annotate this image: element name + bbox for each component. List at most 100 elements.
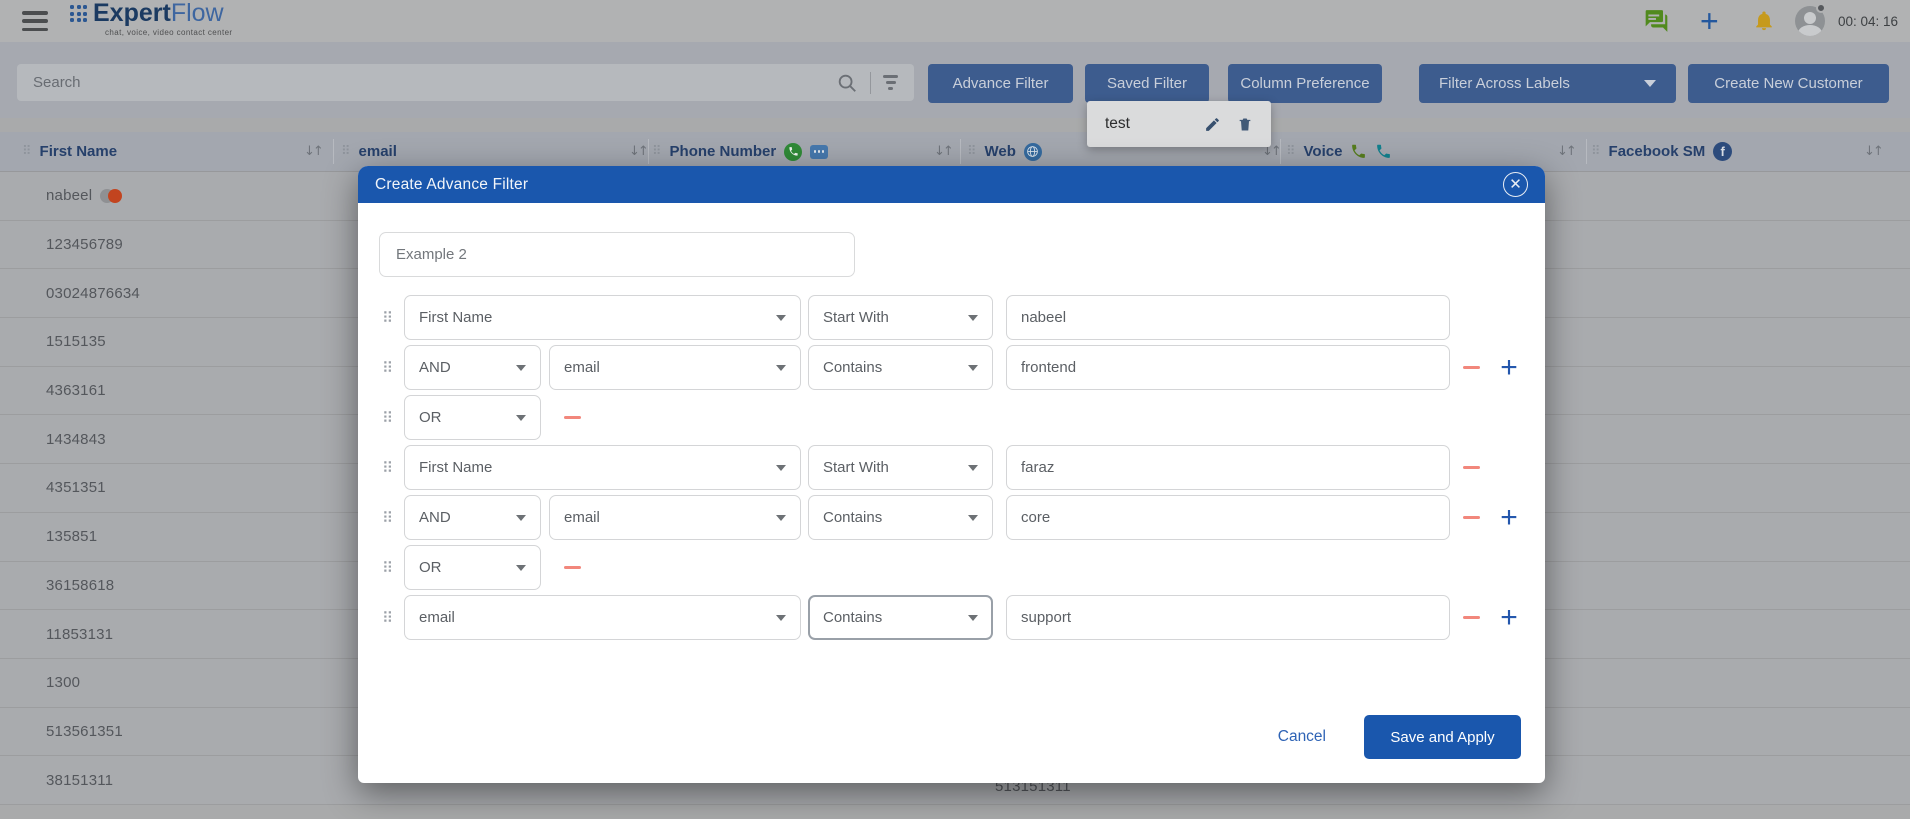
sms-icon	[810, 145, 828, 159]
add-condition-button[interactable]: +	[1496, 347, 1522, 389]
column-drag-icon[interactable]: ⠿	[652, 144, 662, 159]
column-drag-icon[interactable]: ⠿	[1286, 144, 1296, 159]
logic-select[interactable]: AND	[404, 495, 541, 540]
close-icon[interactable]: ✕	[1503, 172, 1528, 197]
operator-select-value: Contains	[823, 359, 882, 376]
drag-handle-icon[interactable]: ⠿	[382, 409, 394, 427]
field-select[interactable]: email	[404, 595, 801, 640]
cell-first-name: nabeel	[46, 187, 92, 204]
column-label: First Name	[40, 143, 118, 160]
cell-first-name: 03024876634	[46, 285, 140, 302]
remove-condition-button[interactable]	[563, 416, 581, 420]
cell-first-name: 11853131	[46, 626, 113, 643]
drag-handle-icon[interactable]: ⠿	[382, 309, 394, 327]
chevron-down-icon	[968, 315, 978, 321]
operator-select[interactable]: Start With	[808, 295, 993, 340]
logic-select[interactable]: OR	[404, 545, 541, 590]
sort-icon[interactable]: ↓↑	[304, 132, 322, 171]
drag-handle-icon[interactable]: ⠿	[382, 609, 394, 627]
logic-select[interactable]: AND	[404, 345, 541, 390]
column-drag-icon[interactable]: ⠿	[22, 144, 32, 159]
logic-select[interactable]: OR	[404, 395, 541, 440]
remove-condition-button[interactable]	[1462, 466, 1480, 470]
cell-first-name: 4351351	[46, 479, 106, 496]
column-facebook-sm[interactable]: ⠿ Facebook SM f	[1591, 132, 1732, 171]
filter-name-input[interactable]	[379, 232, 855, 277]
brand-logo: ExpertFlow	[93, 0, 224, 28]
remove-condition-button[interactable]	[1462, 366, 1480, 370]
saved-filter-button[interactable]: Saved Filter	[1085, 64, 1209, 103]
column-drag-icon[interactable]: ⠿	[341, 144, 351, 159]
field-select[interactable]: First Name	[404, 445, 801, 490]
logic-select-value: AND	[419, 509, 451, 526]
modal-title: Create Advance Filter	[375, 176, 1503, 194]
condition-value-input[interactable]	[1006, 445, 1450, 490]
filter-lines-icon[interactable]	[883, 75, 898, 90]
column-drag-icon[interactable]: ⠿	[1591, 144, 1601, 159]
cancel-button[interactable]: Cancel	[1278, 728, 1326, 746]
notification-bell-icon[interactable]	[1753, 0, 1775, 42]
voice-call-green-icon	[1350, 143, 1367, 160]
create-new-customer-button[interactable]: Create New Customer	[1688, 64, 1889, 103]
cell-first-name: 4363161	[46, 382, 106, 399]
remove-condition-button[interactable]	[1462, 516, 1480, 520]
cell-first-name: 1515135	[46, 333, 106, 350]
field-select[interactable]: First Name	[404, 295, 801, 340]
sort-icon[interactable]: ↓↑	[1864, 132, 1882, 171]
top-bar: ExpertFlow chat, voice, video contact ce…	[0, 0, 1910, 42]
hamburger-menu-icon[interactable]	[22, 11, 48, 31]
operator-select-value: Contains	[823, 509, 882, 526]
field-select[interactable]: email	[549, 495, 801, 540]
filter-condition-row: ⠿ First Name Start With	[358, 295, 1545, 340]
remove-condition-button[interactable]	[1462, 616, 1480, 620]
modal-footer: Cancel Save and Apply	[1278, 715, 1521, 759]
condition-value-input[interactable]	[1006, 595, 1450, 640]
add-condition-button[interactable]: +	[1496, 497, 1522, 539]
condition-value-input[interactable]	[1006, 495, 1450, 540]
filter-across-labels-label: Filter Across Labels	[1439, 75, 1570, 92]
operator-select[interactable]: Contains	[808, 595, 993, 640]
column-preference-button[interactable]: Column Preference	[1228, 64, 1382, 103]
drag-handle-icon[interactable]: ⠿	[382, 509, 394, 527]
operator-select-value: Start With	[823, 309, 889, 326]
chevron-down-icon	[968, 365, 978, 371]
drag-handle-icon[interactable]: ⠿	[382, 559, 394, 577]
drag-handle-icon[interactable]: ⠿	[382, 459, 394, 477]
chevron-down-icon	[968, 615, 978, 621]
column-first-name[interactable]: ⠿ First Name	[22, 132, 117, 171]
filter-across-labels-button[interactable]: Filter Across Labels	[1419, 64, 1676, 103]
expertflow-logo-icon	[70, 5, 88, 23]
sort-icon[interactable]: ↓↑	[1557, 132, 1575, 171]
delete-trash-icon[interactable]	[1237, 116, 1253, 133]
advance-filter-button[interactable]: Advance Filter	[928, 64, 1073, 103]
add-icon[interactable]: +	[1700, 0, 1719, 42]
cell-first-name: 36158618	[46, 577, 114, 594]
chat-icon[interactable]	[1643, 0, 1670, 42]
cell-first-name: 513561351	[46, 723, 123, 740]
cell-first-name: 38151311	[46, 772, 113, 789]
save-and-apply-button[interactable]: Save and Apply	[1364, 715, 1521, 759]
field-select[interactable]: email	[549, 345, 801, 390]
operator-select[interactable]: Contains	[808, 495, 993, 540]
conditions-list: ⠿First NameStart With⠿ANDemailContains+⠿…	[358, 295, 1545, 640]
edit-icon[interactable]	[1204, 116, 1221, 133]
condition-value-input[interactable]	[1006, 345, 1450, 390]
brand-tagline: chat, voice, video contact center	[105, 28, 233, 37]
operator-select[interactable]: Contains	[808, 345, 993, 390]
remove-condition-button[interactable]	[563, 566, 581, 570]
filter-condition-row: ⠿ email Contains +	[358, 595, 1545, 640]
search-icon[interactable]	[836, 72, 858, 94]
field-select-value: email	[419, 609, 455, 626]
search-input[interactable]	[17, 64, 836, 101]
logic-select-value: OR	[419, 409, 442, 426]
operator-select[interactable]: Start With	[808, 445, 993, 490]
add-condition-button[interactable]: +	[1496, 597, 1522, 639]
brand-name-light: Flow	[171, 0, 224, 27]
chevron-down-icon	[776, 365, 786, 371]
drag-handle-icon[interactable]: ⠿	[382, 359, 394, 377]
column-label: Voice	[1304, 143, 1343, 160]
condition-value-input[interactable]	[1006, 295, 1450, 340]
column-drag-icon[interactable]: ⠿	[967, 144, 977, 159]
saved-filter-item-test[interactable]: test	[1105, 115, 1204, 133]
create-advance-filter-modal: Create Advance Filter ✕ ⠿First NameStart…	[358, 166, 1545, 783]
